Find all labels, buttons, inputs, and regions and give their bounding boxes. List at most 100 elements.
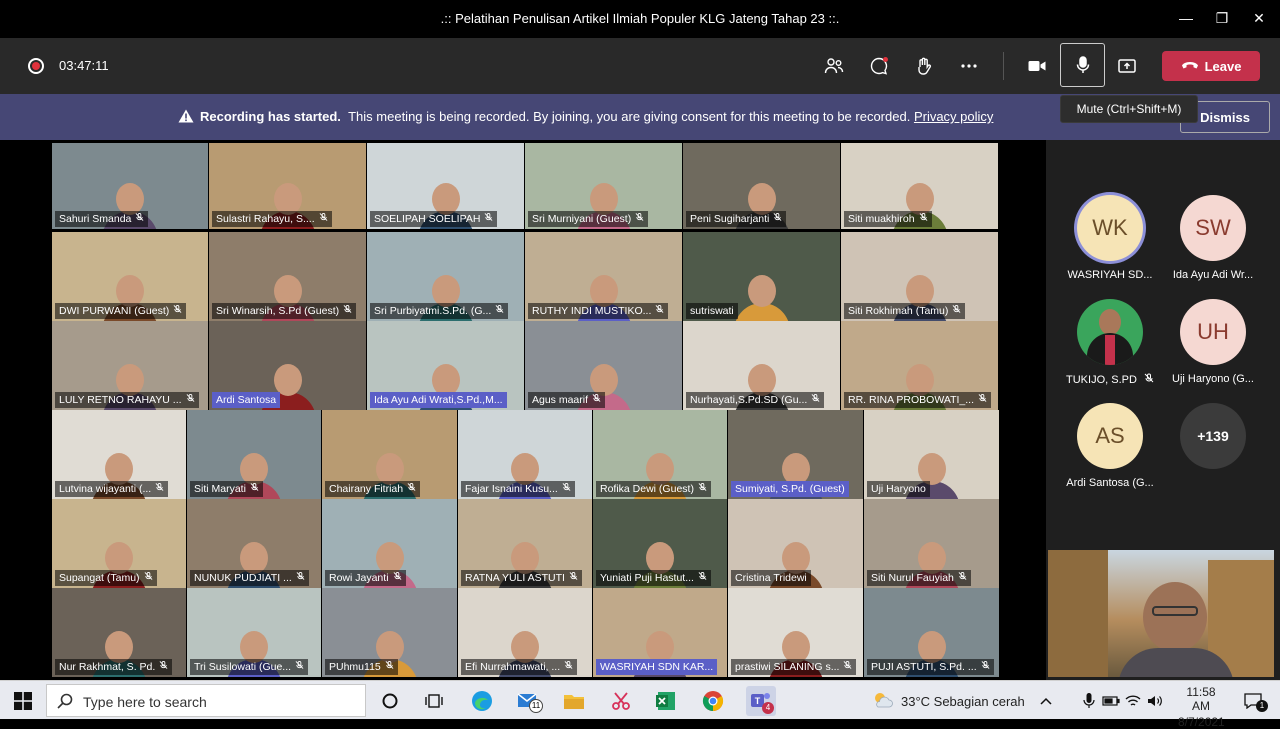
avatar-tile[interactable]: UH Uji Haryono (G... — [1158, 299, 1268, 399]
avatar-tile[interactable]: SW Ida Ayu Adi Wr... — [1158, 195, 1268, 295]
participants-button[interactable] — [818, 50, 850, 82]
participant-name: sutriswati — [686, 303, 738, 319]
mail-app[interactable]: 11 — [515, 688, 543, 714]
mic-tray-icon[interactable] — [1078, 688, 1100, 714]
participant-tile[interactable]: Rowi Jayanti — [322, 499, 457, 588]
notification-center-button[interactable]: 1 — [1240, 688, 1268, 714]
share-screen-button[interactable] — [1111, 50, 1143, 82]
avatar-name: WASRIYAH SD... — [1067, 269, 1153, 281]
file-explorer-app[interactable] — [561, 688, 587, 714]
edge-icon — [472, 691, 492, 711]
start-button[interactable] — [10, 688, 36, 714]
participant-tile[interactable]: Peni Sugiharjanti — [683, 143, 840, 229]
participant-tile[interactable]: Sulastri Rahayu, S.... — [209, 143, 366, 229]
mic-off-icon — [484, 212, 493, 221]
participant-tile[interactable]: Siti Maryati — [187, 410, 321, 499]
participant-tile[interactable]: Yuniati Puji Hastut... — [593, 499, 727, 588]
participant-name: WASRIYAH SDN KAR... — [596, 659, 718, 675]
chrome-app[interactable] — [700, 688, 726, 714]
participant-tile[interactable]: PUJI ASTUTI, S.Pd. ... — [864, 588, 999, 677]
participant-tile[interactable]: Sahuri Smanda — [52, 143, 208, 229]
meeting-toolbar: 03:47:11 Leave — [0, 38, 1280, 94]
mic-off-icon — [981, 660, 990, 669]
participant-tile[interactable]: Supangat (Tamu) — [52, 499, 186, 588]
weather-widget[interactable] — [870, 688, 896, 714]
battery-tray-icon[interactable] — [1100, 688, 1122, 714]
participant-tile[interactable]: sutriswati — [683, 232, 840, 321]
avatar-tile[interactable]: WK WASRIYAH SD... — [1055, 195, 1165, 295]
participant-tile[interactable]: SOELIPAH SOELIPAH — [367, 143, 524, 229]
participant-tile[interactable]: Uji Haryono — [864, 410, 999, 499]
avatar: UH — [1180, 299, 1246, 365]
participant-tile[interactable]: RUTHY INDI MUSTIKO... — [525, 232, 682, 321]
privacy-policy-link[interactable]: Privacy policy — [914, 109, 993, 124]
participant-tile[interactable]: DWI PURWANI (Guest) — [52, 232, 208, 321]
participant-tile[interactable]: Siti Nurul Fauyiah — [864, 499, 999, 588]
minimize-button[interactable]: — — [1176, 8, 1196, 28]
participant-tile[interactable]: Lutvina wijayanti (... — [52, 410, 186, 499]
leave-button[interactable]: Leave — [1162, 51, 1260, 81]
camera-button[interactable] — [1021, 50, 1053, 82]
taskbar-search[interactable]: Type here to search — [46, 684, 366, 717]
network-tray-icon[interactable] — [1122, 688, 1144, 714]
participant-tile[interactable]: WASRIYAH SDN KAR... — [593, 588, 727, 677]
task-view-button[interactable] — [377, 688, 403, 714]
edge-app[interactable] — [469, 688, 495, 714]
participant-tile[interactable]: Tri Susilowati (Gue... — [187, 588, 321, 677]
circle-icon — [382, 693, 398, 709]
participant-name: Siti Nurul Fauyiah — [867, 570, 971, 586]
clock[interactable]: 11:58 AM 8/7/2021 — [1178, 685, 1225, 729]
participant-tile[interactable]: Nur Rakhmat, S. Pd. — [52, 588, 186, 677]
mic-off-icon — [773, 212, 782, 221]
participant-tile[interactable]: Chairany Fitriah — [322, 410, 457, 499]
overflow-participants[interactable]: +139 — [1158, 403, 1268, 503]
widgets-button[interactable] — [421, 688, 447, 714]
more-actions-button[interactable] — [953, 50, 985, 82]
participant-name: Sri Winarsih, S.Pd (Guest) — [212, 303, 357, 319]
participant-tile[interactable]: Ardi Santosa — [209, 321, 366, 410]
battery-icon — [1102, 696, 1120, 706]
participant-tile[interactable]: Sri Purbiyatmi.S.Pd. (G... — [367, 232, 524, 321]
mic-off-icon — [295, 660, 304, 669]
participant-tile[interactable]: Efi Nurrahmawati, ... — [458, 588, 592, 677]
participant-tile[interactable]: prastiwi SILANING s... — [728, 588, 863, 677]
volume-tray-icon[interactable] — [1144, 688, 1166, 714]
participant-tile[interactable]: Sumiyati, S.Pd. (Guest) — [728, 410, 863, 499]
excel-app[interactable] — [653, 688, 679, 714]
teams-app[interactable]: T 4 — [746, 686, 776, 716]
tray-overflow-button[interactable] — [1035, 688, 1057, 714]
windows-logo-icon — [14, 692, 32, 710]
mic-off-icon — [250, 482, 259, 491]
participant-tile[interactable]: PUhmu115 — [322, 588, 457, 677]
participant-tile[interactable]: Fajar Isnaini Kusu... — [458, 410, 592, 499]
participant-tile[interactable]: Rofika Dewi (Guest) — [593, 410, 727, 499]
participant-tile[interactable]: Agus maarif — [525, 321, 682, 410]
participant-tile[interactable]: RR. RINA PROBOWATI_... — [841, 321, 998, 410]
avatar-tile[interactable]: AS Ardi Santosa (G... — [1055, 403, 1165, 503]
snip-app[interactable] — [608, 688, 634, 714]
participant-tile[interactable]: Ida Ayu Adi Wrati,S.Pd.,M... — [367, 321, 524, 410]
participant-tile[interactable]: RATNA YULI ASTUTI — [458, 499, 592, 588]
participant-tile[interactable]: NUNUK PUDJIATI ... — [187, 499, 321, 588]
speaker-icon — [1148, 696, 1162, 706]
banner-title: Recording has started. — [200, 109, 341, 124]
participant-name: Yuniati Puji Hastut... — [596, 570, 711, 586]
participant-tile[interactable]: Sri Murniyani (Guest) — [525, 143, 682, 229]
mic-button[interactable] — [1060, 43, 1105, 87]
participant-tile[interactable]: Cristina Tridewi — [728, 499, 863, 588]
chat-button[interactable] — [863, 50, 895, 82]
participant-name: Chairany Fitriah — [325, 481, 421, 497]
participant-tile[interactable]: Siti Rokhimah (Tamu) — [841, 232, 998, 321]
participant-tile[interactable]: LULY RETNO RAHAYU ... — [52, 321, 208, 410]
avatar-name: Ardi Santosa (G... — [1066, 477, 1154, 489]
maximize-button[interactable]: ❐ — [1212, 8, 1232, 28]
participant-tile[interactable]: Sri Winarsih, S.Pd (Guest) — [209, 232, 366, 321]
avatar-name: TUKIJO, S.PD — [1055, 373, 1165, 386]
avatar-tile[interactable]: TUKIJO, S.PD — [1055, 299, 1165, 399]
video-stage: Sahuri Smanda Sulastri Rahayu, S.... SOELI… — [0, 140, 1046, 680]
participant-tile[interactable]: Siti muakhiroh — [841, 143, 998, 229]
reactions-button[interactable] — [908, 50, 940, 82]
close-button[interactable]: ✕ — [1249, 8, 1269, 28]
svg-text:T: T — [755, 696, 761, 706]
participant-tile[interactable]: Nurhayati,S.Pd.SD (Gu... — [683, 321, 840, 410]
